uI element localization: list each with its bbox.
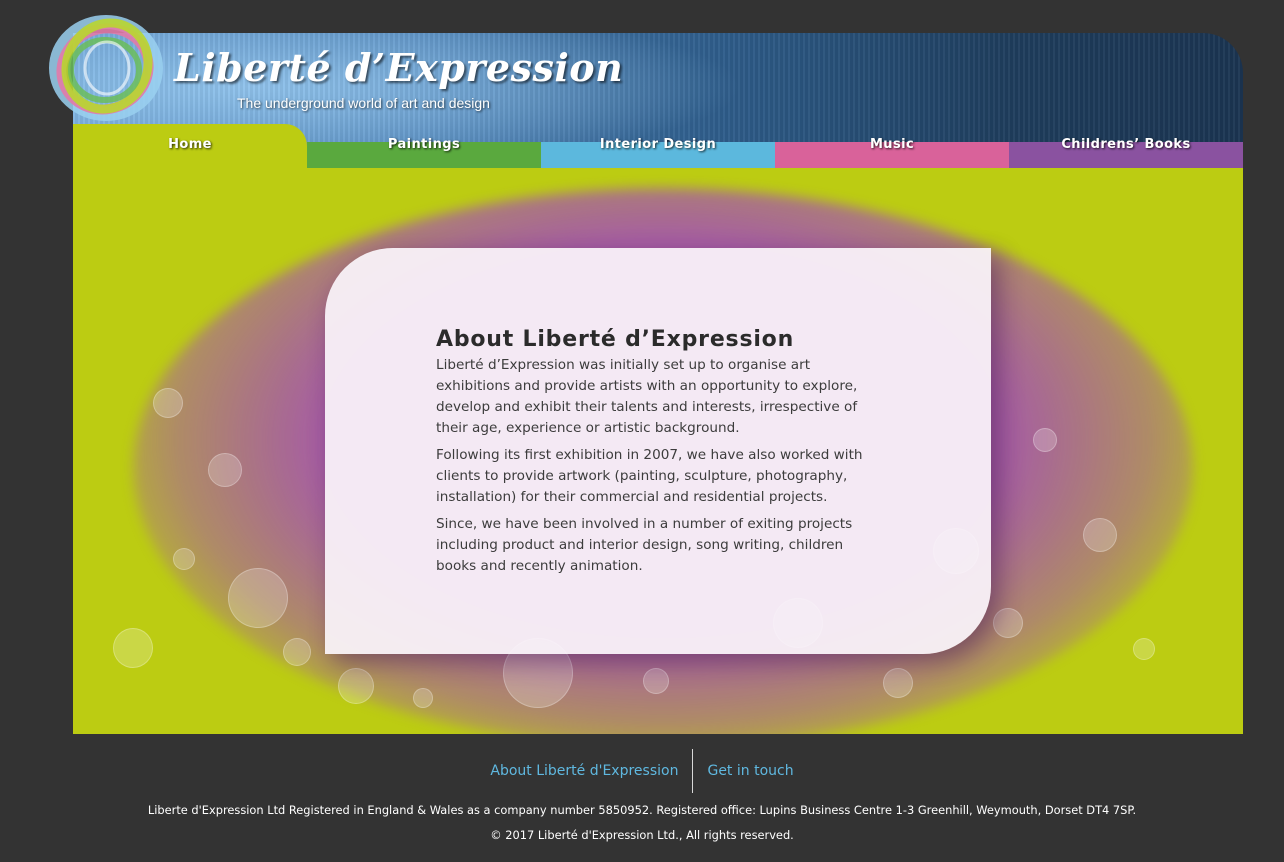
nav-label: Music	[869, 137, 915, 152]
nav-label: Interior Design	[599, 137, 717, 152]
main-nav: Home Paintings Interior Design Music Chi…	[73, 124, 1243, 168]
decorative-bubble	[338, 668, 374, 704]
decorative-bubble	[1033, 428, 1057, 452]
decorative-bubble	[208, 453, 242, 487]
decorative-bubble	[643, 668, 669, 694]
site-tagline: The underground world of art and design	[237, 95, 490, 111]
about-paragraph: Liberté d’Expression was initially set u…	[436, 357, 858, 436]
footer-registration: Liberte d'Expression Ltd Registered in E…	[147, 803, 1137, 817]
about-card: About Liberté d’Expression Liberté d’Exp…	[325, 248, 991, 654]
nav-item-paintings[interactable]: Paintings	[307, 124, 541, 168]
decorative-bubble	[1083, 518, 1117, 552]
decorative-bubble	[228, 568, 288, 628]
nav-item-childrens-books[interactable]: Childrens’ Books	[1009, 124, 1243, 168]
nav-item-music[interactable]: Music	[775, 124, 1009, 168]
footer-link-about[interactable]: About Liberté d'Expression	[476, 763, 692, 779]
decorative-bubble	[993, 608, 1023, 638]
about-heading: About Liberté d’Expression	[436, 327, 795, 352]
about-paragraph: Following its first exhibition in 2007, …	[436, 447, 863, 505]
nav-item-interior-design[interactable]: Interior Design	[541, 124, 775, 168]
footer-links: About Liberté d'Expression Get in touch	[0, 749, 1284, 793]
nav-label: Home	[168, 137, 212, 152]
about-paragraph: Since, we have been involved in a number…	[436, 516, 853, 574]
footer-copyright: © 2017 Liberté d'Expression Ltd., All ri…	[490, 828, 794, 842]
decorative-bubble	[283, 638, 311, 666]
decorative-bubble	[113, 628, 153, 668]
paint-swirl-logo-icon[interactable]	[47, 14, 165, 122]
site-title[interactable]: Liberté d’Expression	[174, 48, 623, 88]
decorative-bubble	[883, 668, 913, 698]
nav-label: Childrens’ Books	[1061, 137, 1191, 152]
decorative-bubble	[1133, 638, 1155, 660]
main-content-area: About Liberté d’Expression Liberté d’Exp…	[73, 168, 1243, 734]
nav-item-home[interactable]: Home	[73, 124, 307, 168]
footer-link-contact[interactable]: Get in touch	[693, 763, 807, 779]
decorative-bubble	[153, 388, 183, 418]
nav-label: Paintings	[387, 137, 461, 152]
decorative-bubble	[413, 688, 433, 708]
decorative-bubble	[173, 548, 195, 570]
